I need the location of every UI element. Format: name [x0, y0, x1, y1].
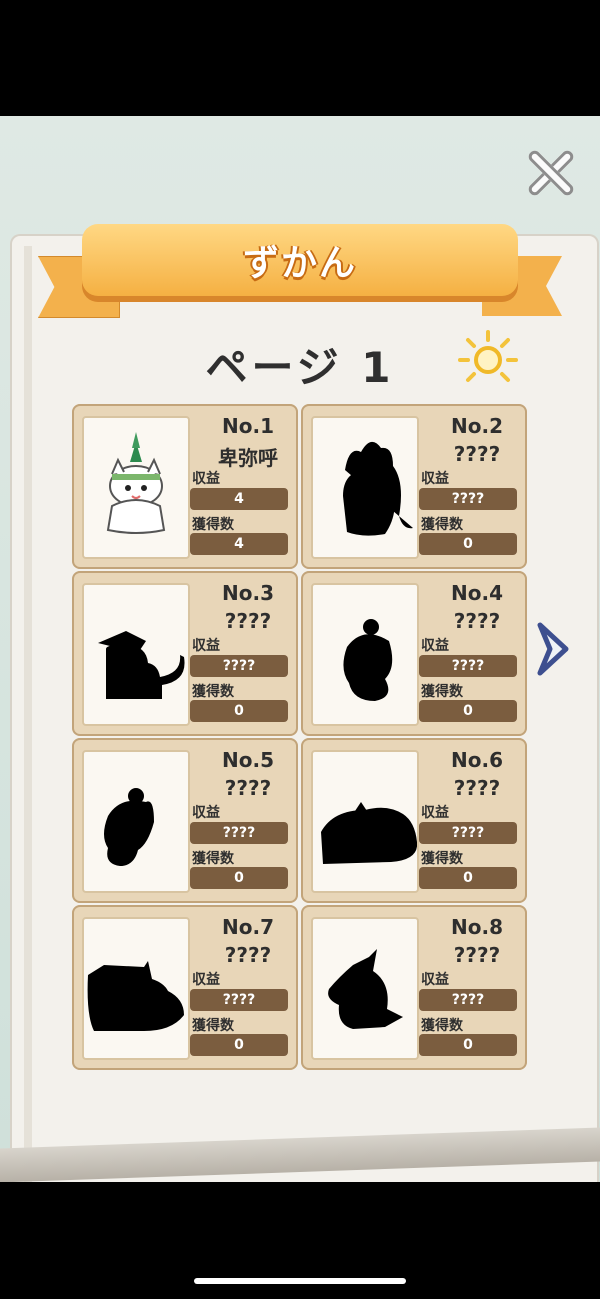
- count-value: 0: [419, 533, 517, 555]
- card-number: No.4: [451, 581, 503, 605]
- collection-card[interactable]: No.8 ???? 収益 ???? 獲得数 0: [301, 905, 527, 1070]
- card-name: ????: [224, 943, 272, 967]
- income-value: 4: [190, 488, 288, 510]
- count-label: 獲得数: [192, 1018, 234, 1034]
- income-value: ????: [190, 655, 288, 677]
- collection-card[interactable]: No.2 ???? 収益 ???? 獲得数 0: [301, 404, 527, 569]
- collection-card[interactable]: No.4 ???? 収益 ???? 獲得数 0: [301, 571, 527, 736]
- card-number: No.8: [451, 915, 503, 939]
- card-name: ????: [224, 609, 272, 633]
- count-value: 0: [419, 700, 517, 722]
- income-value: ????: [190, 822, 288, 844]
- count-label: 獲得数: [421, 851, 463, 867]
- character-silhouette: [87, 961, 184, 1031]
- income-label: 収益: [192, 972, 220, 988]
- character-silhouette: [321, 802, 417, 864]
- home-indicator[interactable]: [194, 1278, 406, 1284]
- income-label: 収益: [421, 972, 449, 988]
- card-image: [311, 917, 419, 1060]
- count-value: 0: [419, 867, 517, 889]
- character-silhouette: [328, 949, 403, 1029]
- card-number: No.1: [222, 414, 274, 438]
- card-image: [311, 416, 419, 559]
- income-value: ????: [419, 822, 517, 844]
- collection-card[interactable]: No.6 ???? 収益 ???? 獲得数 0: [301, 738, 527, 903]
- income-value: ????: [419, 989, 517, 1011]
- character-silhouette: [98, 631, 185, 699]
- character-silhouette: [343, 441, 413, 536]
- character-silhouette: [343, 619, 393, 701]
- collection-card[interactable]: No.1 卑弥呼 収益 4 獲得数 4: [72, 404, 298, 569]
- count-value: 0: [190, 867, 288, 889]
- income-value: ????: [419, 488, 517, 510]
- card-name: ????: [453, 442, 501, 466]
- income-label: 収益: [421, 638, 449, 654]
- count-label: 獲得数: [192, 517, 234, 533]
- character-portrait: [106, 432, 166, 534]
- card-number: No.5: [222, 748, 274, 772]
- card-number: No.3: [222, 581, 274, 605]
- count-label: 獲得数: [421, 1018, 463, 1034]
- card-number: No.2: [451, 414, 503, 438]
- zukan-screen: ずかん ページ 1 No.1 卑弥呼 収益 4 獲得数 4 No.2 ???? …: [0, 116, 600, 1182]
- card-image: [311, 583, 419, 726]
- card-number: No.7: [222, 915, 274, 939]
- card-name: 卑弥呼: [218, 446, 278, 470]
- card-image: [82, 917, 190, 1060]
- card-image: [311, 750, 419, 893]
- card-name: ????: [453, 776, 501, 800]
- card-image: [82, 416, 190, 559]
- card-image: [82, 583, 190, 726]
- income-label: 収益: [421, 471, 449, 487]
- count-label: 獲得数: [421, 684, 463, 700]
- count-value: 0: [190, 1034, 288, 1056]
- collection-card[interactable]: No.5 ???? 収益 ???? 獲得数 0: [72, 738, 298, 903]
- title-ribbon: ずかん: [38, 224, 562, 326]
- income-value: ????: [419, 655, 517, 677]
- card-image: [82, 750, 190, 893]
- collection-card[interactable]: No.7 ???? 収益 ???? 獲得数 0: [72, 905, 298, 1070]
- collection-card[interactable]: No.3 ???? 収益 ???? 獲得数 0: [72, 571, 298, 736]
- count-label: 獲得数: [192, 684, 234, 700]
- count-value: 0: [419, 1034, 517, 1056]
- character-silhouette: [104, 788, 154, 866]
- count-value: 4: [190, 533, 288, 555]
- close-icon[interactable]: [524, 146, 576, 198]
- income-label: 収益: [421, 805, 449, 821]
- card-name: ????: [224, 776, 272, 800]
- card-name: ????: [453, 943, 501, 967]
- count-value: 0: [190, 700, 288, 722]
- income-label: 収益: [192, 471, 220, 487]
- income-label: 収益: [192, 805, 220, 821]
- sun-icon: [458, 330, 518, 382]
- screen-title: ずかん: [242, 243, 357, 284]
- count-label: 獲得数: [421, 517, 463, 533]
- income-label: 収益: [192, 638, 220, 654]
- count-label: 獲得数: [192, 851, 234, 867]
- income-value: ????: [190, 989, 288, 1011]
- chevron-right-icon[interactable]: [534, 621, 572, 677]
- card-number: No.6: [451, 748, 503, 772]
- card-name: ????: [453, 609, 501, 633]
